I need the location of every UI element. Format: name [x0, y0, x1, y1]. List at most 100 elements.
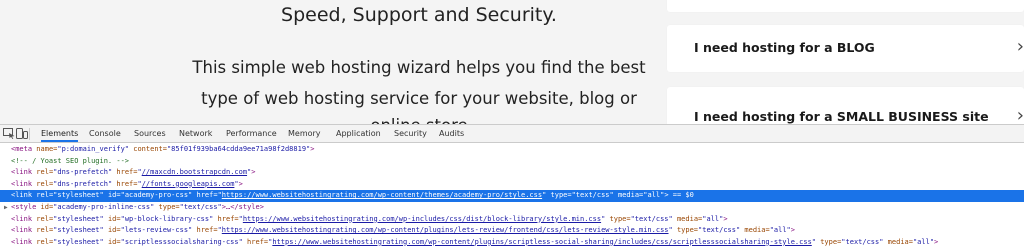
option-card-blog[interactable]: I need hosting for a BLOG › [667, 25, 1024, 72]
attr-name: id= [107, 191, 121, 200]
tag-close: style> [238, 202, 264, 211]
devtools-tab-bar: Elements Console Sources Network Perform… [0, 125, 1024, 143]
attr-name: href= [196, 191, 218, 200]
dom-node-row[interactable]: <link rel="dns-prefetch" href="//fonts.g… [0, 179, 1024, 191]
dom-node-row[interactable]: <link rel="stylesheet" id="wp-block-libr… [0, 214, 1024, 226]
tab-performance[interactable]: Performance [226, 125, 277, 142]
attr-link[interactable]: //fonts.googleapis.com [142, 180, 235, 188]
tab-security[interactable]: Security [394, 125, 427, 142]
attr-name: rel= [36, 237, 54, 246]
attr-name: media= [617, 191, 644, 200]
attr-name: href= [196, 226, 218, 235]
attr-value: "stylesheet" [53, 214, 104, 223]
tag-close: > [238, 179, 243, 188]
option-card-label: I need hosting for a SMALL BUSINESS site [694, 109, 989, 124]
attr-name: rel= [36, 168, 54, 177]
attr-name: rel= [36, 214, 54, 223]
attr-name: media= [676, 214, 703, 223]
attr-name: media= [744, 226, 770, 235]
tag-name: <style [11, 202, 37, 211]
tab-network[interactable]: Network [179, 125, 212, 142]
dom-node-row[interactable]: ▶ <style id="academy-pro-inline-css" typ… [0, 202, 1024, 214]
attr-value: "stylesheet" [53, 237, 104, 246]
dom-node-row-selected[interactable]: <link rel="stylesheet" id="academy-pro-c… [0, 190, 1024, 202]
attr-value: "text/css" [841, 237, 884, 246]
tab-elements[interactable]: Elements [41, 125, 79, 142]
tag-close: > [790, 226, 795, 235]
dom-node-row[interactable]: <link rel="stylesheet" id="lets-review-c… [0, 225, 1024, 237]
attr-name: id= [40, 202, 54, 211]
attr-name: id= [107, 226, 121, 235]
attr-quote: " [601, 214, 606, 223]
tab-console[interactable]: Console [89, 125, 121, 142]
attr-value: "all" [643, 191, 665, 200]
dom-node-row[interactable]: <meta name="p:domain_verify" content="85… [0, 144, 1024, 156]
attr-value: "stylesheet" [53, 191, 104, 200]
dom-node-row[interactable]: <link rel="stylesheet" id="scriptlesssoc… [0, 237, 1024, 247]
option-card-label: I need hosting for a BLOG [694, 40, 875, 55]
tag-close: > [664, 191, 669, 200]
attr-link[interactable]: //maxcdn.bootstrapcdn.com [142, 168, 247, 176]
collapsed-content: >…</ [221, 202, 239, 211]
attr-value: "p:domain_verify" [57, 145, 130, 153]
attr-link[interactable]: https://www.websitehostingrating.com/wp-… [243, 215, 601, 223]
page-viewport: Speed, Support and Security. This simple… [0, 0, 1024, 124]
option-card-previous[interactable] [667, 0, 1024, 12]
tab-audits[interactable]: Audits [439, 125, 464, 142]
attr-quote: " [542, 191, 547, 200]
attr-name: content= [133, 145, 167, 153]
tag-close: > [723, 214, 728, 223]
dom-node-row[interactable]: <!-- / Yoast SEO plugin. --> [0, 156, 1024, 168]
tag-name: <link [11, 226, 33, 235]
devtools-panel: Elements Console Sources Network Perform… [0, 124, 1024, 247]
chevron-right-icon: › [1016, 36, 1024, 57]
attr-value: "dns-prefetch" [53, 168, 113, 177]
tag-name: <link [11, 214, 33, 223]
tag-name: <link [11, 237, 33, 246]
tag-close: > [310, 145, 315, 153]
attr-name: type= [676, 226, 699, 235]
attr-quote: " [811, 237, 816, 246]
tab-memory[interactable]: Memory [288, 125, 321, 142]
attr-value: "academy-pro-css" [120, 191, 193, 200]
attr-value: "text/css" [698, 226, 741, 235]
inspect-element-icon[interactable] [3, 128, 15, 139]
tab-application[interactable]: Application [336, 125, 381, 142]
attr-value: "academy-pro-inline-css" [53, 202, 155, 211]
attr-name: href= [217, 214, 239, 223]
attr-name: type= [609, 214, 631, 223]
attr-name: href= [247, 237, 269, 246]
attr-name: media= [887, 237, 913, 246]
attr-link[interactable]: https://www.websitehostingrating.com/wp-… [222, 226, 669, 234]
attr-name: href= [116, 179, 138, 188]
attr-value: "text/css" [630, 214, 673, 223]
attr-quote: " [668, 226, 673, 235]
elements-dom-tree: <meta name="p:domain_verify" content="85… [0, 144, 1024, 247]
attr-value: "scriptlesssocialsharing-css" [120, 237, 243, 246]
attr-name: href= [116, 168, 138, 177]
tag-name: <link [11, 191, 33, 200]
attr-value: "text/css" [571, 191, 614, 200]
attr-link[interactable]: https://www.websitehostingrating.com/wp-… [222, 191, 542, 199]
attr-name: id= [107, 237, 121, 246]
attr-value: "dns-prefetch" [53, 179, 113, 188]
dom-node-row[interactable]: <link rel="dns-prefetch" href="//maxcdn.… [0, 167, 1024, 179]
attr-value: "wp-block-library-css" [120, 214, 214, 223]
attr-link[interactable]: https://www.websitehostingrating.com/wp-… [272, 238, 811, 246]
attr-value: "all" [912, 237, 935, 246]
attr-value: "stylesheet" [53, 226, 104, 235]
expand-arrow-icon[interactable]: ▶ [4, 202, 8, 214]
html-comment: <!-- / Yoast SEO plugin. --> [11, 156, 130, 165]
tag-close: > [934, 237, 939, 246]
attr-name: type= [158, 202, 180, 211]
attr-value: "lets-review-css" [120, 226, 193, 235]
chevron-right-icon: › [1016, 105, 1024, 124]
attr-name: type= [820, 237, 842, 246]
attr-name: rel= [36, 179, 54, 188]
tab-sources[interactable]: Sources [134, 125, 166, 142]
selected-node-marker: == $0 [672, 191, 694, 200]
attr-name: rel= [36, 191, 54, 200]
attr-value: "85f01f939ba64cdda9ee71a98f2d8819" [166, 145, 311, 153]
option-card-small-business[interactable]: I need hosting for a SMALL BUSINESS site… [667, 87, 1024, 124]
device-toolbar-icon[interactable] [16, 128, 28, 139]
